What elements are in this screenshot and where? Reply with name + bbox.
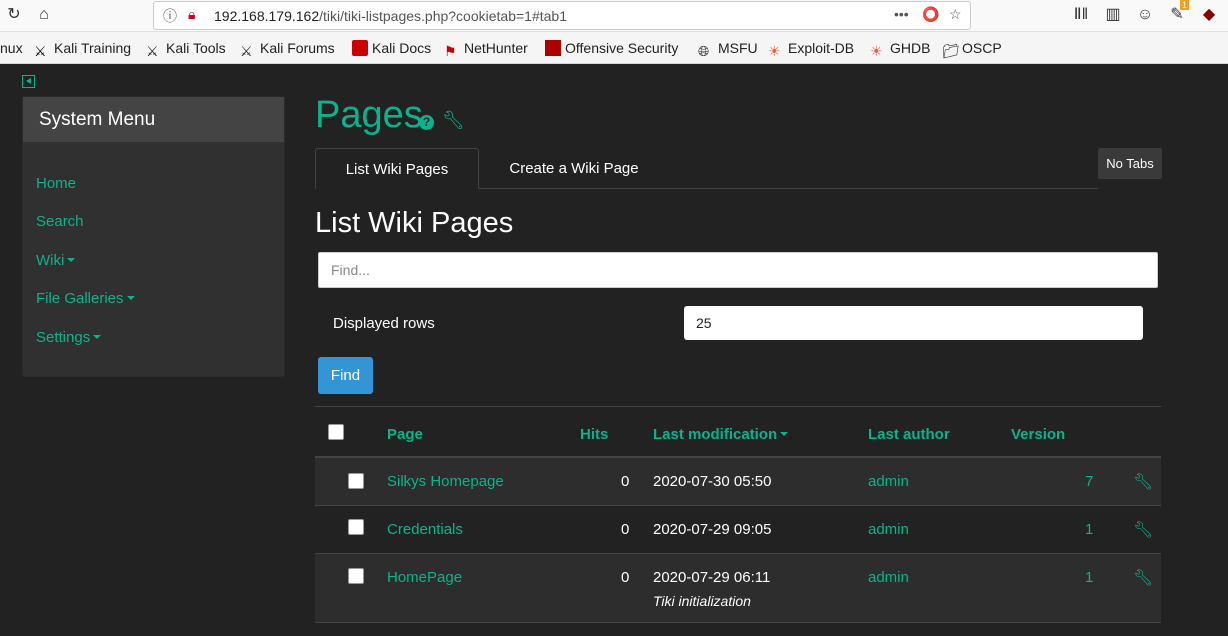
insecure-lock-icon[interactable]: 🔒︎: [188, 6, 195, 23]
version-link[interactable]: 7: [1085, 473, 1093, 490]
offsec-icon: [545, 40, 561, 56]
menu-item-file-galleries[interactable]: File Galleries: [36, 290, 135, 307]
tab-list-wiki-pages[interactable]: List Wiki Pages: [315, 148, 479, 189]
caret-down-icon: [93, 335, 102, 339]
tab-create-wiki-page[interactable]: Create a Wiki Page: [493, 148, 655, 188]
kali-dragon-icon: ⚔: [240, 43, 253, 59]
caret-down-icon: [67, 258, 76, 262]
find-input[interactable]: Find...: [318, 252, 1158, 288]
tab-bar: List Wiki Pages Create a Wiki Page: [315, 148, 1098, 189]
account-icon[interactable]: ☺: [1135, 5, 1155, 25]
kali-dragon-icon: ⚔: [146, 43, 159, 59]
page-actions-icon[interactable]: •••: [894, 6, 909, 22]
page-comment: Tiki initialization: [653, 593, 751, 609]
reload-icon[interactable]: ↻: [4, 5, 24, 25]
caret-down-icon: [126, 296, 135, 300]
hits-value: 0: [621, 473, 630, 490]
bookmark-offensive-security[interactable]: Offensive Security: [545, 40, 678, 56]
select-all-checkbox[interactable]: [328, 424, 344, 440]
bookmark-exploit-db[interactable]: ☀ Exploit-DB: [768, 40, 854, 59]
page-body: System Menu Home Search Wiki File Galler…: [0, 64, 1228, 636]
header-version[interactable]: Version: [1011, 426, 1065, 443]
system-menu: System Menu Home Search Wiki File Galler…: [22, 96, 285, 377]
page-link[interactable]: HomePage: [387, 569, 462, 586]
wrench-icon[interactable]: 🔧︎: [1133, 568, 1153, 588]
wrench-icon[interactable]: 🔧︎: [1133, 520, 1153, 540]
version-link[interactable]: 1: [1085, 521, 1093, 538]
extension-badge: 1: [1180, 0, 1190, 10]
bookmark-kali-tools[interactable]: ⚔ Kali Tools: [146, 40, 226, 59]
info-icon[interactable]: ⓘ: [163, 6, 177, 26]
bookmarks-bar: nux ⚔ Kali Training ⚔ Kali Tools ⚔ Kali For…: [0, 32, 1228, 64]
exploit-db-icon: ☀: [768, 43, 781, 59]
header-hits[interactable]: Hits: [580, 426, 608, 443]
page-link[interactable]: Credentials: [387, 521, 463, 538]
bookmark-msfu[interactable]: 🌐︎ MSFU: [698, 40, 758, 59]
header-page[interactable]: Page: [387, 426, 423, 443]
row-checkbox[interactable]: [348, 519, 364, 535]
pages-table: Page Hits Last modification Last author …: [315, 406, 1161, 623]
bookmark-kali-training[interactable]: ⚔ Kali Training: [34, 40, 131, 59]
header-last-modification[interactable]: Last modification: [653, 426, 789, 443]
table-row: Silkys Homepage 0 2020-07-30 05:50 admin…: [315, 458, 1161, 506]
table-row: HomePage 0 2020-07-29 06:11 Tiki initial…: [315, 554, 1161, 623]
pocket-icon[interactable]: ⭕: [922, 6, 939, 23]
modified-value: 2020-07-29 06:11: [653, 569, 771, 586]
author-link[interactable]: admin: [868, 473, 909, 490]
library-icon[interactable]: Ⅱ‖: [1071, 5, 1091, 25]
sidebar-icon[interactable]: ▥: [1103, 5, 1123, 25]
bookmark-star-icon[interactable]: ☆: [949, 6, 962, 23]
version-link[interactable]: 1: [1085, 569, 1093, 586]
find-button[interactable]: Find: [318, 357, 373, 394]
page-link[interactable]: Silkys Homepage: [387, 473, 504, 490]
modified-value: 2020-07-29 09:05: [653, 521, 772, 538]
bookmark-kali-docs[interactable]: Kali Docs: [352, 40, 431, 56]
displayed-rows-input[interactable]: 25: [684, 306, 1143, 340]
wrench-icon[interactable]: 🔧︎: [442, 110, 465, 131]
nethunter-icon: ⚑: [444, 43, 457, 59]
help-icon[interactable]: ?: [419, 115, 434, 130]
row-checkbox[interactable]: [348, 473, 364, 489]
menu-item-home[interactable]: Home: [36, 175, 76, 192]
section-title: List Wiki Pages: [315, 207, 514, 239]
author-link[interactable]: admin: [868, 521, 909, 538]
hits-value: 0: [621, 521, 630, 538]
ublock-icon[interactable]: ◆: [1199, 5, 1219, 25]
row-checkbox[interactable]: [348, 568, 364, 584]
url-text: 192.168.179.162/tiki/tiki-listpages.php?…: [214, 8, 567, 24]
displayed-rows-label: Displayed rows: [333, 315, 435, 332]
hits-value: 0: [621, 569, 630, 586]
bookmark-ghdb[interactable]: ☀ GHDB: [870, 40, 930, 59]
modified-value: 2020-07-30 05:50: [653, 473, 772, 490]
author-link[interactable]: admin: [868, 569, 909, 586]
bookmark-oscp[interactable]: 📁︎ OSCP: [942, 40, 1002, 59]
menu-item-wiki[interactable]: Wiki: [36, 252, 76, 269]
no-tabs-button[interactable]: No Tabs: [1098, 148, 1162, 179]
system-menu-title: System Menu: [23, 97, 284, 143]
ghdb-icon: ☀: [870, 43, 883, 59]
sidebar-toggle-icon[interactable]: [22, 75, 35, 88]
globe-icon: 🌐︎: [698, 43, 710, 59]
bookmark-nethunter[interactable]: ⚑ NetHunter: [444, 40, 528, 59]
folder-icon: 📁︎: [942, 43, 960, 59]
sort-desc-icon: [780, 432, 789, 436]
header-last-author[interactable]: Last author: [868, 426, 950, 443]
table-row: Credentials 0 2020-07-29 09:05 admin 1 🔧…: [315, 506, 1161, 554]
kali-dragon-icon: ⚔: [34, 43, 47, 59]
bookmark-nux[interactable]: nux: [0, 40, 23, 56]
wrench-icon[interactable]: 🔧︎: [1133, 472, 1153, 492]
browser-toolbar: ↻ ⌂ ⓘ 🔒︎ 192.168.179.162/tiki/tiki-listp…: [0, 0, 1228, 32]
bookmark-kali-forums[interactable]: ⚔ Kali Forums: [240, 40, 335, 59]
menu-item-settings[interactable]: Settings: [36, 329, 102, 346]
home-icon[interactable]: ⌂: [34, 5, 54, 25]
table-header: Page Hits Last modification Last author …: [315, 407, 1161, 458]
menu-item-search[interactable]: Search: [36, 213, 84, 230]
address-bar[interactable]: ⓘ 🔒︎ 192.168.179.162/tiki/tiki-listpages…: [153, 1, 971, 30]
docs-icon: [352, 40, 368, 56]
page-title: Pages: [315, 94, 423, 136]
